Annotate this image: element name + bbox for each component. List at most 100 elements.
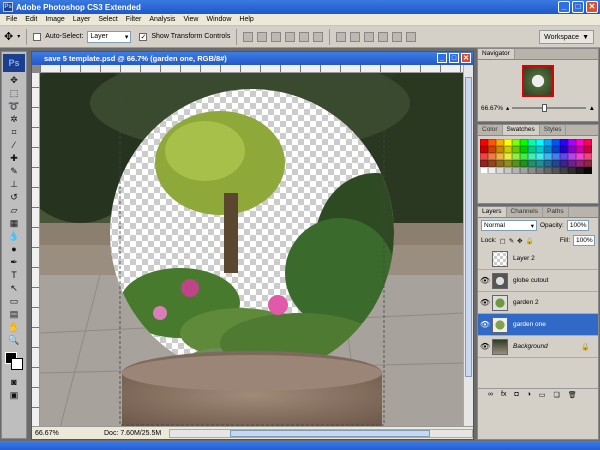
color-swatch[interactable] [544,167,552,174]
horizontal-ruler[interactable] [40,65,464,73]
color-swatch[interactable] [496,153,504,160]
color-swatch[interactable] [584,153,592,160]
history-brush-tool-icon[interactable]: ↺ [3,191,25,203]
color-swatch[interactable] [480,153,488,160]
path-selection-tool-icon[interactable]: ↖ [3,282,25,294]
delete-layer-icon[interactable]: 🗑 [568,391,577,399]
navigator-thumbnail[interactable] [522,65,554,97]
tab-swatches[interactable]: Swatches [502,125,540,135]
doc-minimize-button[interactable]: _ [437,53,447,63]
color-swatches[interactable] [3,350,25,372]
eraser-tool-icon[interactable]: ▱ [3,204,25,216]
color-swatch[interactable] [488,160,496,167]
color-swatch[interactable] [536,153,544,160]
blend-mode-dropdown[interactable]: Normal ▾ [481,220,537,231]
layer-row[interactable]: 👁 garden 2 [478,292,598,314]
move-tool-icon[interactable]: ✥ [3,74,25,86]
doc-size[interactable]: Doc: 7.60M/25.5M [104,430,161,437]
crop-tool-icon[interactable]: ⌗ [3,126,25,138]
type-tool-icon[interactable]: T [3,269,25,281]
color-swatch[interactable] [496,146,504,153]
align-right-icon[interactable] [313,31,324,42]
color-swatch[interactable] [536,167,544,174]
zoom-in-icon[interactable]: ▲ [589,105,595,112]
lock-all-icon[interactable]: 🔒 [526,237,534,245]
color-swatch[interactable] [512,139,520,146]
color-swatch[interactable] [584,139,592,146]
new-group-icon[interactable]: ▭ [539,391,546,399]
opacity-field[interactable]: 100% [566,220,589,231]
lasso-tool-icon[interactable]: ➰ [3,100,25,112]
menu-help[interactable]: Help [235,16,257,23]
image-canvas[interactable] [40,73,464,428]
color-swatch[interactable] [560,160,568,167]
eye-icon[interactable]: 👁 [478,342,492,351]
color-swatch[interactable] [544,160,552,167]
color-swatch[interactable] [528,146,536,153]
color-swatch[interactable] [544,139,552,146]
layer-row[interactable]: 👁 Background 🔒 [478,336,598,358]
tab-paths[interactable]: Paths [543,207,569,217]
menu-view[interactable]: View [179,16,202,23]
color-swatch[interactable] [512,153,520,160]
lock-image-icon[interactable]: ✎ [509,237,514,245]
zoom-out-icon[interactable]: ▴ [506,104,509,112]
adjustment-layer-icon[interactable]: ◑ [527,391,531,398]
color-swatch[interactable] [552,153,560,160]
color-swatch[interactable] [520,153,528,160]
vertical-ruler[interactable] [32,73,40,428]
color-swatch[interactable] [568,139,576,146]
color-swatch[interactable] [520,160,528,167]
brush-tool-icon[interactable]: ✎ [3,165,25,177]
align-top-icon[interactable] [243,31,254,42]
color-swatch[interactable] [584,167,592,174]
color-swatch[interactable] [576,160,584,167]
menu-window[interactable]: Window [202,16,235,23]
color-swatch[interactable] [560,153,568,160]
eye-icon[interactable]: 👁 [478,298,492,307]
layer-row-selected[interactable]: 👁 garden one [478,314,598,336]
horizontal-scroll-thumb[interactable] [230,429,431,437]
doc-maximize-button[interactable]: □ [449,53,459,63]
dodge-tool-icon[interactable]: ● [3,243,25,255]
color-swatch[interactable] [496,167,504,174]
tab-color[interactable]: Color [478,125,503,135]
align-hcenter-icon[interactable] [299,31,310,42]
color-swatch[interactable] [520,146,528,153]
close-button[interactable]: ✕ [586,1,598,13]
menu-image[interactable]: Image [41,16,68,23]
zoom-slider-knob[interactable] [542,104,548,112]
color-swatch[interactable] [552,167,560,174]
magic-wand-tool-icon[interactable]: ✲ [3,113,25,125]
color-swatch[interactable] [528,139,536,146]
color-swatch[interactable] [488,167,496,174]
color-swatch[interactable] [552,160,560,167]
link-layers-icon[interactable]: ∞ [488,391,493,398]
color-swatch[interactable] [544,146,552,153]
hand-tool-icon[interactable]: ✋ [3,321,25,333]
color-swatch[interactable] [504,139,512,146]
distribute-left-icon[interactable] [378,31,389,42]
tab-navigator[interactable]: Navigator [478,49,515,59]
menu-filter[interactable]: Filter [122,16,146,23]
color-swatch[interactable] [512,160,520,167]
color-swatch[interactable] [576,167,584,174]
align-vcenter-icon[interactable] [257,31,268,42]
show-transform-checkbox[interactable] [139,32,148,41]
background-color-swatch[interactable] [11,358,23,370]
move-tool-icon[interactable]: ✥ [4,30,13,43]
color-swatch[interactable] [480,160,488,167]
new-layer-icon[interactable]: ❏ [554,391,560,399]
distribute-bottom-icon[interactable] [364,31,375,42]
color-swatch[interactable] [512,167,520,174]
lock-transparent-icon[interactable]: ▢ [500,237,506,245]
navigator-zoom[interactable]: 66.67% [481,105,503,112]
color-swatch[interactable] [584,146,592,153]
eye-icon[interactable]: 👁 [478,320,492,329]
marquee-tool-icon[interactable]: ⬚ [3,87,25,99]
layer-row[interactable]: 👁 globe cutout [478,270,598,292]
pen-tool-icon[interactable]: ✒ [3,256,25,268]
color-swatch[interactable] [568,167,576,174]
color-swatch[interactable] [488,146,496,153]
eye-icon[interactable]: 👁 [478,276,492,285]
